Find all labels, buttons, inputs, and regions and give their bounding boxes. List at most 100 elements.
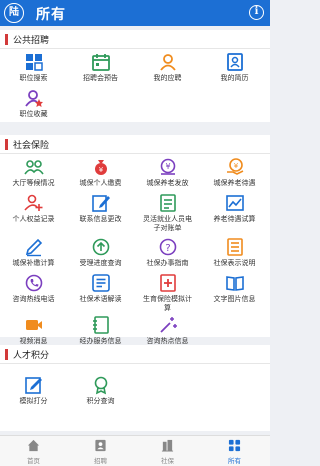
form-instructions-button[interactable]: 社保表示说明 [201, 237, 268, 268]
text-image-info-button[interactable]: 文字图片信息 [201, 273, 268, 304]
item-label: 联系信息更改 [79, 215, 122, 223]
person-add-icon [23, 194, 42, 211]
section-marker [5, 139, 8, 150]
plus-document-icon [159, 274, 176, 292]
item-label: 生育保险模拟计算 [143, 295, 192, 312]
maternity-calc-button[interactable]: 生育保险模拟计算 [134, 273, 201, 313]
my-applications-button[interactable]: 我的应聘 [134, 52, 201, 83]
item-label: 大厅等候情况 [12, 179, 55, 187]
service-info-button[interactable]: 经办服务信息 [67, 315, 134, 346]
tab-label: 所有 [228, 457, 241, 465]
personal-rights-button[interactable]: 个人权益记录 [0, 193, 67, 224]
list-document-icon [226, 238, 243, 256]
item-label: 受理进度查询 [79, 259, 122, 267]
item-label: 城保补缴计算 [12, 259, 55, 267]
item-label: 城保养老发放 [146, 179, 189, 187]
item-label: 我的应聘 [153, 74, 182, 82]
section-header: 人才积分 [0, 345, 270, 364]
tab-label: 招聘 [94, 457, 107, 465]
section-header: 社会保险 [0, 135, 270, 154]
tab-label: 社保 [161, 457, 174, 465]
item-label: 养老待遇试算 [213, 215, 256, 223]
section-title: 人才积分 [13, 351, 50, 361]
progress-query-button[interactable]: 受理进度查询 [67, 237, 134, 268]
hall-waiting-button[interactable]: 大厅等候情况 [0, 157, 67, 188]
section-marker [5, 349, 8, 360]
tab-label: 首页 [27, 457, 40, 465]
pencil-icon [25, 238, 42, 257]
section-marker [5, 34, 8, 45]
svg-text:?: ? [165, 243, 170, 254]
tab-home[interactable]: 首页 [0, 439, 67, 465]
terms-explanation-button[interactable]: 社保术语解读 [67, 273, 134, 304]
job-favorites-button[interactable]: 职位收藏 [0, 88, 67, 119]
trend-chart-icon [225, 195, 244, 211]
glossary-icon [91, 274, 110, 292]
building-icon [161, 439, 174, 452]
yuan-coin-icon: ¥ [160, 158, 175, 175]
item-label: 招聘会预告 [83, 74, 118, 82]
person-icon [159, 54, 176, 71]
award-icon [94, 376, 107, 395]
top-bar: 陆 所有 i [0, 0, 270, 26]
video-camera-icon [25, 320, 42, 330]
edit-box-icon [24, 377, 42, 394]
svg-text:¥: ¥ [98, 166, 103, 174]
item-label: 咨询热线电话 [12, 295, 55, 303]
job-fair-notice-button[interactable]: 招聘会预告 [67, 52, 134, 83]
item-label: 灵活就业人员电子对账单 [143, 215, 192, 232]
back-payment-calc-button[interactable]: 城保补缴计算 [0, 237, 67, 268]
tab-social-security[interactable]: 社保 [134, 439, 201, 465]
section-public-recruitment: 公共招聘 职位搜索 招聘会预告 我的应聘 我的简历 职位收藏 [0, 30, 270, 122]
item-label: 社保表示说明 [213, 259, 256, 267]
group-icon [23, 160, 44, 175]
calendar-icon [91, 54, 110, 71]
flexible-statement-button[interactable]: 灵活就业人员电子对账单 [134, 193, 201, 233]
pension-estimate-button[interactable]: 养老待遇试算 [201, 193, 268, 224]
document-icon [159, 194, 176, 212]
id-card-icon [226, 53, 243, 71]
bottom-tab-bar: 首页 招聘 社保 所有 [0, 435, 270, 466]
video-message-button[interactable]: 视频消息 [0, 315, 67, 346]
item-label: 城保养老待遇 [213, 179, 256, 187]
phone-icon [25, 274, 42, 292]
notebook-icon [92, 316, 109, 334]
item-label: 职位收藏 [19, 110, 48, 118]
mock-scoring-button[interactable]: 模拟打分 [0, 375, 67, 406]
page-title: 所有 [36, 7, 66, 23]
service-guide-button[interactable]: ? 社保办事指南 [134, 237, 201, 268]
item-label: 积分查询 [86, 397, 115, 405]
tab-all[interactable]: 所有 [201, 439, 268, 465]
svg-text:¥: ¥ [233, 162, 238, 170]
item-label: 社保术语解读 [79, 295, 122, 303]
item-label: 文字图片信息 [213, 295, 256, 303]
item-label: 职位搜索 [19, 74, 48, 82]
app-screen: 陆 所有 i 公共招聘 职位搜索 招聘会预告 我的应聘 我的简历 职位收藏 社会… [0, 0, 270, 466]
yuan-hand-icon: ¥ [226, 158, 243, 175]
personal-payment-button[interactable]: ¥ 城保个人缴费 [67, 157, 134, 188]
open-book-icon [225, 276, 244, 291]
item-label: 社保办事指南 [146, 259, 189, 267]
money-bag-icon: ¥ [94, 160, 107, 175]
contact-change-button[interactable]: 联系信息更改 [67, 193, 134, 224]
item-label: 模拟打分 [19, 397, 48, 405]
tab-recruitment[interactable]: 招聘 [67, 439, 134, 465]
section-header: 公共招聘 [0, 30, 270, 49]
info-icon[interactable]: i [249, 5, 264, 20]
item-label: 个人权益记录 [12, 215, 55, 223]
hotline-button[interactable]: 咨询热线电话 [0, 273, 67, 304]
app-logo: 陆 [4, 3, 24, 23]
svg-text:¥: ¥ [165, 162, 170, 171]
hot-topics-button[interactable]: 咨询热点信息 [134, 315, 201, 346]
my-resume-button[interactable]: 我的简历 [201, 52, 268, 83]
pension-issue-button[interactable]: ¥ 城保养老发放 [134, 157, 201, 188]
item-label: 我的简历 [220, 74, 249, 82]
section-talent-points: 人才积分 模拟打分 积分查询 [0, 345, 270, 431]
item-label: 城保个人缴费 [79, 179, 122, 187]
pension-benefit-button[interactable]: ¥ 城保养老待遇 [201, 157, 268, 188]
job-search-button[interactable]: 职位搜索 [0, 52, 67, 83]
person-card-icon [95, 439, 106, 452]
points-query-button[interactable]: 积分查询 [67, 375, 134, 406]
sparkle-icon [159, 317, 177, 333]
section-title: 公共招聘 [13, 36, 50, 46]
